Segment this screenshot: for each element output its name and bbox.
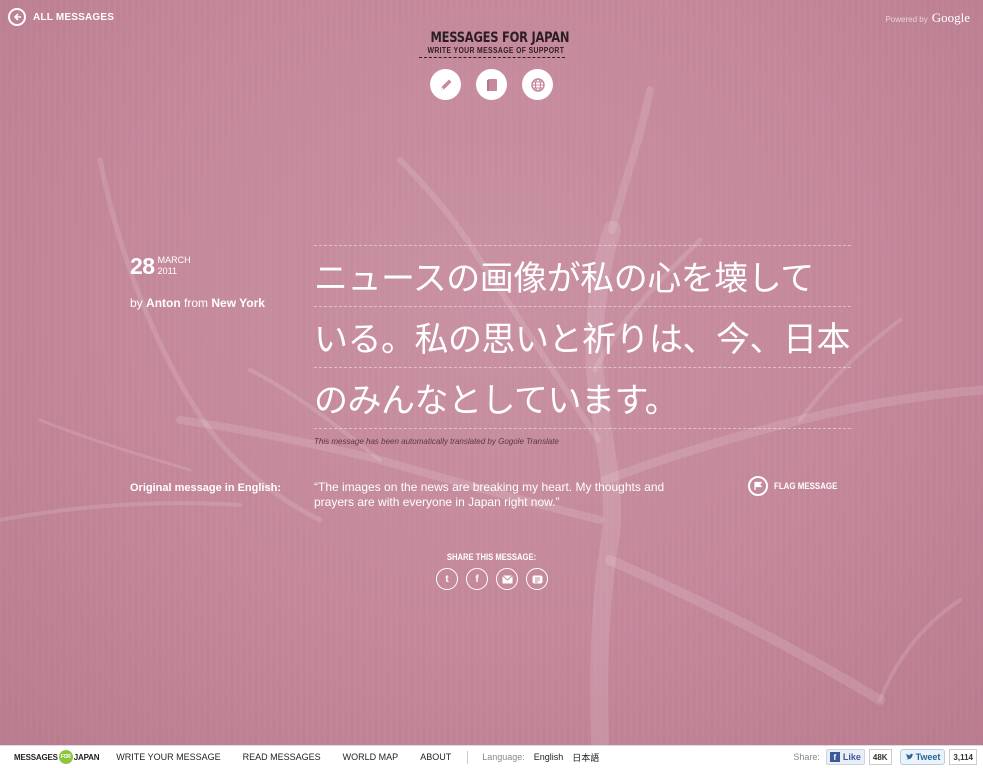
translation-note: This message has been automatically tran… bbox=[314, 437, 559, 446]
like-label: Like bbox=[842, 752, 861, 762]
author-location: New York bbox=[211, 296, 265, 310]
translated-line-2: いる。私の思いと祈りは、今、日本 bbox=[314, 306, 851, 367]
language-japanese[interactable]: 日本語 bbox=[572, 751, 599, 764]
flag-message-label: FLAG MESSAGE bbox=[774, 481, 838, 491]
share-facebook-button[interactable]: f bbox=[466, 568, 488, 590]
tweet-label: Tweet bbox=[915, 752, 941, 762]
footer-nav-map[interactable]: WORLD MAP bbox=[343, 752, 399, 762]
twitter-icon: t bbox=[445, 573, 449, 585]
book-icon bbox=[486, 78, 497, 91]
original-message-label: Original message in English: bbox=[130, 482, 281, 494]
message-byline: by Anton from New York bbox=[130, 296, 265, 310]
translated-line-1: ニュースの画像が私の心を壊して bbox=[314, 245, 851, 306]
twitter-bird-icon bbox=[905, 753, 914, 760]
flag-message-button[interactable]: FLAG MESSAGE bbox=[748, 476, 846, 496]
footer-nav: WRITE YOUR MESSAGE READ MESSAGES WORLD M… bbox=[116, 752, 451, 762]
logo-underline bbox=[419, 57, 565, 58]
date-year: 2011 bbox=[157, 266, 177, 276]
facebook-logo-icon: f bbox=[829, 752, 840, 762]
facebook-icon: f bbox=[475, 573, 479, 585]
powered-by-label: Powered by bbox=[885, 15, 928, 24]
date-day: 28 bbox=[130, 253, 155, 279]
byline-by: by bbox=[130, 296, 143, 310]
footer-logo-right: JAPAN bbox=[73, 752, 100, 762]
date-month: MARCH bbox=[157, 255, 191, 265]
flag-icon bbox=[748, 476, 768, 496]
world-map-button[interactable] bbox=[522, 69, 553, 100]
tweet-button[interactable]: Tweet bbox=[899, 749, 946, 765]
back-arrow-icon bbox=[8, 8, 26, 26]
footer-divider bbox=[467, 750, 469, 764]
like-count: 48K bbox=[868, 749, 892, 765]
footer-nav-write[interactable]: WRITE YOUR MESSAGE bbox=[116, 752, 220, 762]
share-twitter-button[interactable]: t bbox=[436, 568, 458, 590]
logo-title: MESSAGES FOR JAPAN bbox=[430, 30, 570, 46]
language-english[interactable]: English bbox=[534, 752, 564, 762]
share-buttons: t f bbox=[436, 568, 548, 590]
logo-subtitle: WRITE YOUR MESSAGE OF SUPPORT bbox=[427, 46, 565, 55]
translated-message: ニュースの画像が私の心を壊して いる。私の思いと祈りは、今、日本 のみんなとして… bbox=[314, 245, 851, 429]
site-logo[interactable]: MESSAGES FOR JAPAN WRITE YOUR MESSAGE OF… bbox=[417, 30, 570, 58]
footer-logo-left: MESSAGES bbox=[14, 752, 58, 762]
globe-icon bbox=[530, 77, 545, 92]
main-nav-icons bbox=[430, 69, 553, 100]
share-link-button[interactable] bbox=[526, 568, 548, 590]
link-icon bbox=[532, 575, 542, 583]
share-title: SHARE THIS MESSAGE: bbox=[0, 552, 983, 562]
read-messages-button[interactable] bbox=[476, 69, 507, 100]
original-message-text: “The images on the news are breaking my … bbox=[314, 480, 665, 509]
all-messages-link[interactable]: ALL MESSAGES bbox=[8, 8, 114, 26]
footer-share: Share: f Like 48K Tweet 3,114 bbox=[793, 749, 977, 765]
tweet-count: 3,114 bbox=[949, 749, 977, 765]
all-messages-label: ALL MESSAGES bbox=[33, 11, 115, 23]
footer-share-label: Share: bbox=[793, 752, 820, 762]
powered-by-google[interactable]: Powered by Google bbox=[885, 10, 970, 26]
email-icon bbox=[501, 574, 513, 583]
write-message-button[interactable] bbox=[430, 69, 461, 100]
translated-line-3: のみんなとしています。 bbox=[314, 367, 851, 429]
google-logo: Google bbox=[931, 10, 970, 25]
pencil-icon bbox=[440, 79, 451, 90]
page-background: ALL MESSAGES Powered by Google MESSAGES … bbox=[0, 0, 983, 745]
footer-bar: MESSAGES FOR JAPAN WRITE YOUR MESSAGE RE… bbox=[0, 745, 983, 768]
facebook-like-button[interactable]: f Like bbox=[825, 749, 865, 765]
footer-nav-read[interactable]: READ MESSAGES bbox=[243, 752, 321, 762]
footer-logo-for: FOR bbox=[58, 750, 73, 764]
share-email-button[interactable] bbox=[496, 568, 518, 590]
footer-nav-about[interactable]: ABOUT bbox=[420, 752, 451, 762]
share-title-text: SHARE THIS MESSAGE: bbox=[446, 552, 537, 562]
byline-from: from bbox=[184, 296, 209, 310]
date-month-year: MARCH 2011 bbox=[158, 255, 191, 277]
message-date: 28 MARCH 2011 bbox=[130, 253, 191, 279]
author-name: Anton bbox=[146, 296, 181, 310]
language-label: Language: bbox=[482, 752, 525, 762]
footer-logo[interactable]: MESSAGES FOR JAPAN bbox=[14, 750, 99, 764]
